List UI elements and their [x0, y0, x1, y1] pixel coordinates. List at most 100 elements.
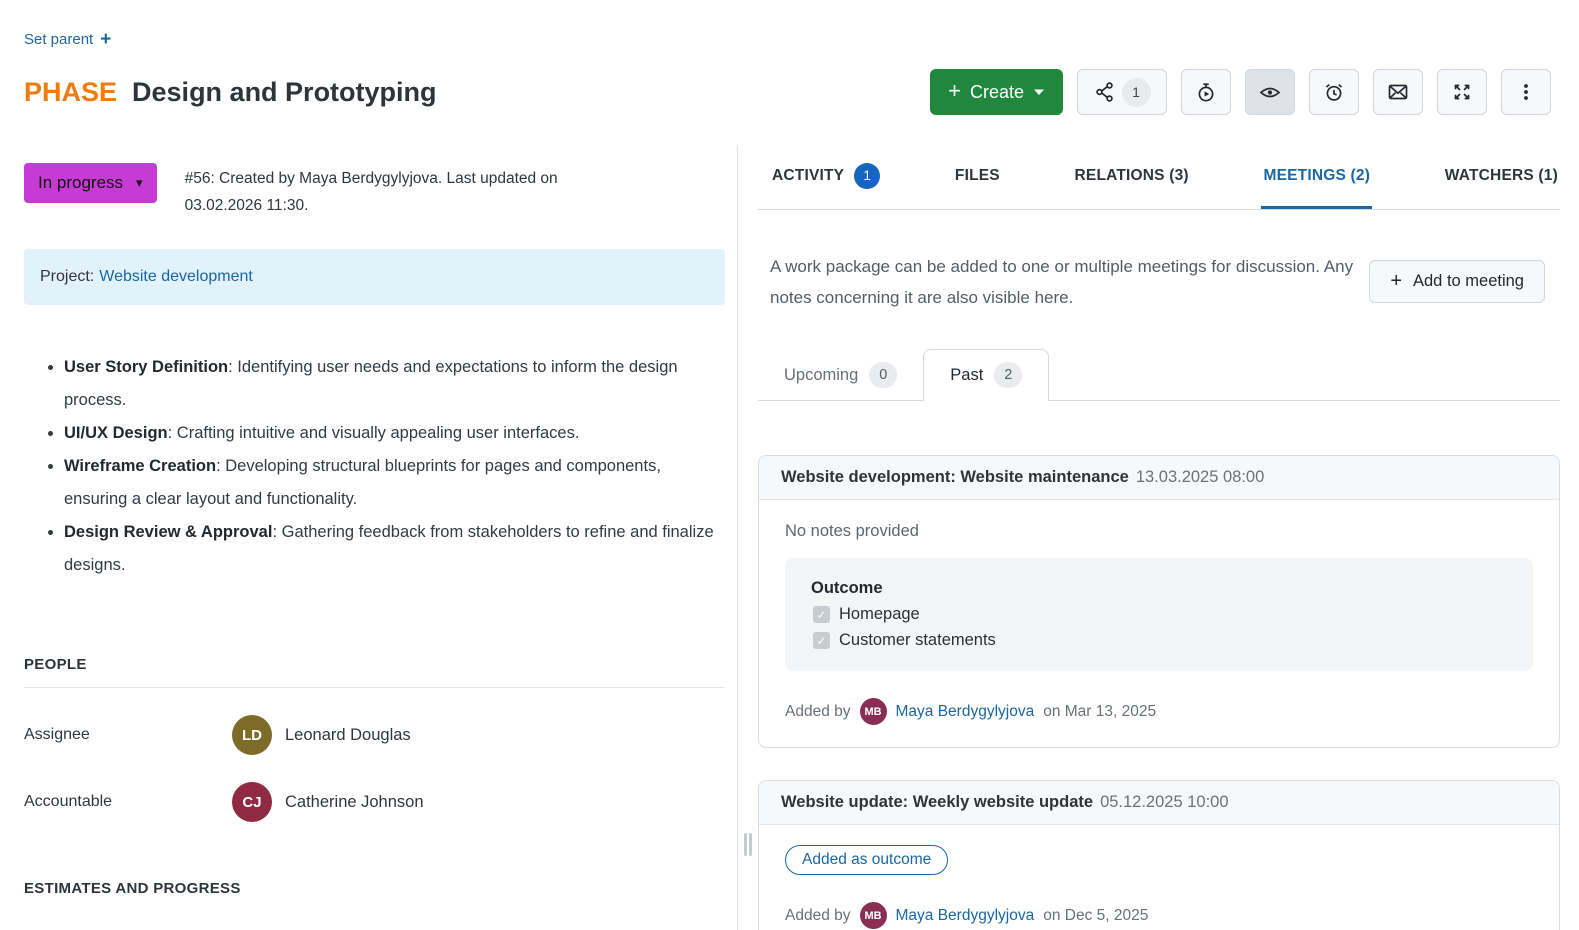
description-item: UI/UX Design: Crafting intuitive and vis… [64, 417, 725, 450]
tab-label: WATCHERS (1) [1445, 167, 1558, 185]
title-row: PHASE Design and Prototyping + Create 1 [24, 69, 1551, 115]
project-banner: Project: Website development [24, 249, 725, 305]
accountable-row: Accountable CJ Catherine Johnson [24, 782, 725, 822]
description-list: User Story Definition: Identifying user … [24, 351, 725, 582]
work-package-title[interactable]: Design and Prototyping [132, 77, 437, 108]
meeting-card-body: No notes provided Outcome ✓ Homepage ✓ C… [759, 500, 1559, 747]
subtab-label: Past [950, 366, 983, 385]
outcome-heading: Outcome [811, 579, 1507, 598]
more-menu-button[interactable] [1501, 69, 1551, 115]
watch-button[interactable] [1245, 69, 1295, 115]
meeting-title[interactable]: Website update: Weekly website update [781, 793, 1093, 811]
project-label: Project: [40, 268, 94, 285]
tab-relations[interactable]: RELATIONS (3) [1073, 145, 1191, 209]
work-package-details-panel: In progress ▾ #56: Created by Maya Berdy… [0, 145, 738, 930]
added-by-user-link[interactable]: Maya Berdygylyjova [896, 703, 1035, 721]
tab-meetings[interactable]: MEETINGS (2) [1261, 145, 1372, 209]
added-by-user-link[interactable]: Maya Berdygylyjova [896, 907, 1035, 925]
envelope-icon [1387, 81, 1409, 103]
meta-info: #56: Created by Maya Berdygylyjova. Last… [185, 163, 605, 219]
set-parent-link[interactable]: Set parent+ [24, 30, 111, 49]
meeting-datetime: 13.03.2025 08:00 [1136, 468, 1264, 486]
plus-icon: + [100, 30, 111, 49]
added-by-row: Added by MB Maya Berdygylyjova on Mar 13… [785, 698, 1533, 725]
checkbox-checked-icon[interactable]: ✓ [813, 606, 830, 623]
work-package-type: PHASE [24, 77, 117, 108]
tab-watchers[interactable]: WATCHERS (1) [1443, 145, 1560, 209]
no-notes-text: No notes provided [785, 522, 1533, 541]
description-item: Wireframe Creation: Developing structura… [64, 450, 725, 516]
chevron-down-icon [1033, 88, 1045, 96]
added-by-prefix: Added by [785, 703, 851, 721]
description-term: User Story Definition [64, 358, 228, 376]
timer-button[interactable] [1181, 69, 1231, 115]
accountable-label: Accountable [24, 793, 232, 811]
people-section-heading: PEOPLE [24, 656, 725, 673]
assignee-row: Assignee LD Leonard Douglas [24, 715, 725, 755]
assignee-value[interactable]: LD Leonard Douglas [232, 715, 411, 755]
fullscreen-button[interactable] [1437, 69, 1487, 115]
alarm-clock-icon [1323, 81, 1345, 103]
add-to-meeting-button[interactable]: + Add to meeting [1369, 260, 1545, 303]
activity-count-badge: 1 [854, 163, 880, 189]
subtab-upcoming[interactable]: Upcoming 0 [758, 350, 923, 400]
share-icon [1094, 81, 1116, 103]
added-by-prefix: Added by [785, 907, 851, 925]
project-link[interactable]: Website development [99, 268, 253, 285]
plus-icon: + [948, 80, 961, 102]
added-as-outcome-pill: Added as outcome [785, 845, 948, 875]
chevron-down-icon: ▾ [136, 175, 143, 191]
share-button[interactable]: 1 [1077, 69, 1167, 115]
subtab-past[interactable]: Past 2 [923, 349, 1049, 401]
status-label: In progress [38, 173, 123, 193]
plus-icon: + [1390, 271, 1402, 291]
added-on-date: on Dec 5, 2025 [1043, 907, 1148, 925]
create-button[interactable]: + Create [930, 69, 1063, 115]
tab-label: RELATIONS (3) [1075, 167, 1189, 185]
avatar: LD [232, 715, 272, 755]
meeting-card-body: Added as outcome Added by MB Maya Berdyg… [759, 825, 1559, 930]
notifications-button[interactable] [1373, 69, 1423, 115]
share-count-badge: 1 [1122, 78, 1151, 107]
tab-label: ACTIVITY [772, 167, 844, 185]
outcome-item: ✓ Customer statements [811, 631, 1507, 650]
reminder-button[interactable] [1309, 69, 1359, 115]
upcoming-count-badge: 0 [869, 362, 897, 388]
eye-icon [1259, 81, 1281, 103]
work-package-tabs-panel: ACTIVITY 1 FILES RELATIONS (3) MEETINGS (… [758, 145, 1579, 930]
meetings-intro-text: A work package can be added to one or mu… [770, 252, 1355, 313]
tab-files[interactable]: FILES [953, 145, 1002, 209]
outcome-item: ✓ Homepage [811, 605, 1507, 624]
panel-resizer[interactable] [738, 145, 758, 930]
description-term: Wireframe Creation [64, 457, 216, 475]
meetings-header: A work package can be added to one or mu… [758, 252, 1560, 313]
assignee-name: Leonard Douglas [285, 726, 411, 745]
added-by-row: Added by MB Maya Berdygylyjova on Dec 5,… [785, 902, 1533, 929]
avatar: MB [860, 902, 887, 929]
status-dropdown[interactable]: In progress ▾ [24, 163, 157, 203]
description-text: : Crafting intuitive and visually appeal… [168, 424, 580, 442]
description-item: User Story Definition: Identifying user … [64, 351, 725, 417]
description-term: Design Review & Approval [64, 523, 272, 541]
past-count-badge: 2 [994, 362, 1022, 388]
add-to-meeting-label: Add to meeting [1413, 272, 1524, 291]
tab-activity[interactable]: ACTIVITY 1 [770, 145, 882, 209]
description-item: Design Review & Approval: Gathering feed… [64, 516, 725, 582]
outcome-item-label: Customer statements [839, 631, 996, 650]
added-on-date: on Mar 13, 2025 [1043, 703, 1156, 721]
kebab-menu-icon [1515, 81, 1537, 103]
meeting-title[interactable]: Website development: Website maintenance [781, 468, 1129, 486]
meetings-subtabs: Upcoming 0 Past 2 [758, 347, 1560, 401]
meeting-card: Website development: Website maintenance… [758, 455, 1560, 748]
create-label: Create [970, 82, 1024, 103]
page-title: PHASE Design and Prototyping [24, 77, 437, 108]
status-row: In progress ▾ #56: Created by Maya Berdy… [24, 163, 725, 219]
accountable-value[interactable]: CJ Catherine Johnson [232, 782, 424, 822]
tab-label: MEETINGS (2) [1263, 167, 1370, 185]
stopwatch-icon [1195, 81, 1217, 103]
outcome-item-label: Homepage [839, 605, 920, 624]
expand-icon [1451, 81, 1473, 103]
estimates-section-heading: ESTIMATES AND PROGRESS [24, 880, 725, 897]
meeting-datetime: 05.12.2025 10:00 [1100, 793, 1228, 811]
checkbox-checked-icon[interactable]: ✓ [813, 632, 830, 649]
